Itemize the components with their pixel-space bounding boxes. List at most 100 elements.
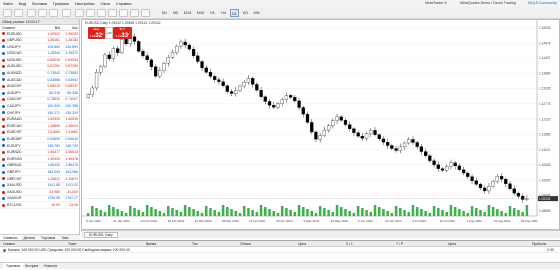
balance-text: Баланс: 100 000.00 USD Средства: 100 000… (8, 248, 130, 252)
tf-h4[interactable]: H4 (219, 9, 228, 17)
vertical-line-button[interactable] (97, 9, 106, 17)
menu-charts[interactable]: Графики (50, 0, 72, 7)
volume-bar (188, 207, 191, 216)
bid-cell: 1.01669 (47, 130, 60, 135)
volume-bar (264, 207, 267, 216)
symbol-cell: AUDUSD (0, 63, 40, 70)
volume-bar (428, 213, 432, 216)
text-tool-button[interactable] (130, 9, 139, 17)
toolbox-panel: Символ Тикет Время Тип Объем Цена S / L … (0, 240, 560, 270)
price-tick: 1.14976 (539, 41, 551, 45)
symbol-name: USDJPY (7, 44, 21, 49)
volume-bar (483, 212, 486, 216)
arrow-tool-button[interactable] (141, 9, 150, 17)
volume-bar (137, 210, 141, 216)
terminal-button[interactable] (49, 9, 58, 17)
ask-cell: 1911.92 (65, 183, 78, 188)
tf-d1[interactable]: D1 (230, 9, 239, 17)
volume-bar (276, 213, 280, 216)
header-ask[interactable]: Ask (60, 25, 78, 30)
volume-bar (310, 211, 313, 216)
volume-bar (268, 209, 271, 216)
menu-windows[interactable]: Окна (98, 0, 113, 7)
candle-body (99, 66, 103, 73)
volume-bar (441, 210, 444, 216)
ask-cell: 85.336 (67, 90, 78, 95)
symbol-name: NZDUSD (7, 57, 22, 62)
volume-bar (167, 206, 170, 216)
symbol-name: EURUSD (7, 31, 22, 36)
candle-body (483, 187, 487, 192)
volume-bar (103, 212, 107, 216)
volume-bar (200, 213, 204, 216)
candle-body (242, 82, 246, 87)
volume-bar (314, 213, 318, 216)
candle-body (255, 84, 259, 91)
bid-cell: 0.83886 (47, 77, 60, 82)
chart-window[interactable]: 1.15535 1.14976 1.14437 1.13880 1.13335 1.127… (81, 19, 560, 230)
volume-bar (158, 211, 162, 216)
bid-cell: 1.46896 (47, 123, 60, 128)
market-watch-row[interactable]: BTCUSD 19.93 23.96 (0, 202, 79, 210)
menu-insert[interactable]: Вставка (29, 0, 50, 7)
menu-settings[interactable]: Настройки (72, 0, 98, 7)
tf-mn[interactable]: MN (252, 9, 261, 17)
volume-bar (373, 205, 377, 216)
price-chart[interactable]: 1.15535 1.14976 1.14437 1.13880 1.13335 1.127… (82, 20, 559, 229)
chart-tab-eurusd[interactable]: EURUSD, Daily (84, 232, 118, 238)
volume-bar (154, 209, 157, 216)
candle-body (259, 90, 263, 97)
new-chart-button[interactable] (3, 9, 12, 17)
tf-m30[interactable]: M30 (195, 9, 206, 17)
tf-w1[interactable]: W1 (241, 9, 250, 17)
bid-cell: 1.26161 (47, 38, 60, 43)
horizontal-line-button[interactable] (108, 9, 117, 17)
menu-help[interactable]: Справка (113, 0, 135, 7)
strategy-tester-button[interactable] (62, 9, 71, 17)
candle-body (293, 97, 297, 102)
volume-bar (361, 208, 364, 216)
balance-row[interactable]: Баланс: 100 000.00 USD Средства: 100 000… (0, 247, 560, 253)
volume-bar (348, 211, 351, 216)
market-watch-button[interactable] (27, 9, 36, 17)
tf-m15[interactable]: M15 (182, 9, 193, 17)
tf-m5[interactable]: M5 (171, 9, 180, 17)
volume-bar (331, 212, 335, 216)
candle-body (183, 41, 187, 46)
direction-icon (2, 52, 5, 56)
date-tick: 14 Mar 2022 (195, 219, 212, 223)
header-bid[interactable]: Bid (40, 25, 60, 30)
symbol-name: EURGBP (7, 137, 22, 141)
buy-button[interactable]: BUY 1.09332 (113, 27, 132, 39)
header-symbol[interactable]: Символ (0, 25, 40, 30)
sell-button[interactable]: SELL 1.09322 (88, 27, 105, 39)
candle-body (267, 101, 272, 106)
symbol-name: EURNZD (7, 150, 22, 155)
cursor-tool-button[interactable] (75, 9, 84, 17)
tf-m1[interactable]: M1 (160, 9, 169, 17)
volume-bar (453, 207, 457, 216)
symbol-name: EURCHF (7, 130, 22, 135)
navigator-button[interactable] (38, 9, 47, 17)
menu-view[interactable]: Вид (16, 0, 29, 7)
candle-body (297, 100, 301, 108)
candle-body (377, 134, 381, 140)
community-link[interactable]: MQL5 Community (528, 0, 557, 7)
menu-file[interactable]: Файл (0, 0, 16, 7)
ask-cell: 1.49478 (65, 156, 78, 161)
trendline-button[interactable] (119, 9, 128, 17)
symbol-name: GBPCHF (7, 176, 22, 181)
ask-cell: 1767.27 (65, 196, 78, 201)
candle-body (386, 142, 390, 146)
ask-cell: 1.09332 (65, 31, 78, 36)
candle-body (284, 95, 289, 100)
volume-bar (242, 206, 246, 216)
symbol-cell: GBPCHF (0, 176, 40, 183)
profiles-button[interactable] (14, 9, 23, 17)
direction-icon (2, 45, 5, 49)
lot-input[interactable]: 1.00 (105, 27, 113, 39)
volume-bar (107, 205, 111, 216)
crosshair-button[interactable] (86, 9, 95, 17)
price-tick: 1.11665 (539, 133, 551, 137)
tf-h1[interactable]: H1 (208, 9, 217, 17)
